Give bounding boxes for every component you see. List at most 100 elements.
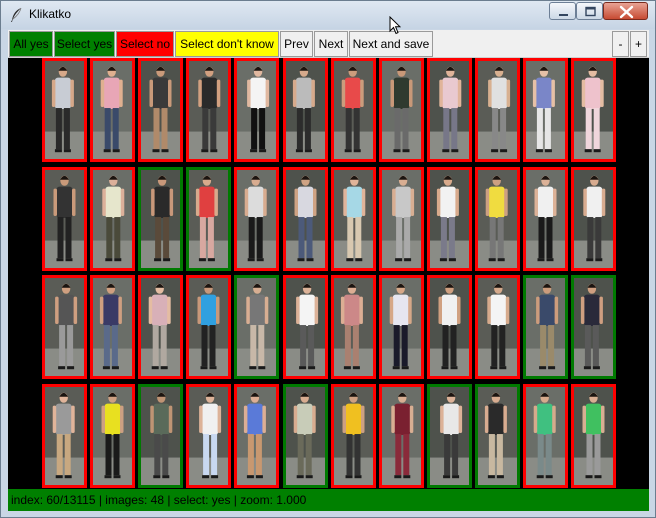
image-tile[interactable] (42, 384, 87, 488)
person-thumbnail (334, 61, 373, 159)
image-tile[interactable] (571, 58, 616, 162)
select-yes-button[interactable]: Select yes (54, 31, 115, 57)
client-area: All yes Select yes Select no Select don'… (8, 30, 649, 511)
image-tile[interactable] (283, 167, 328, 271)
close-button[interactable] (603, 2, 648, 20)
image-tile[interactable] (90, 384, 135, 488)
image-tile[interactable] (475, 58, 520, 162)
image-tile[interactable] (571, 167, 616, 271)
image-tile[interactable] (186, 275, 231, 379)
select-no-button[interactable]: Select no (116, 31, 174, 57)
image-tile[interactable] (523, 58, 568, 162)
image-tile[interactable] (379, 58, 424, 162)
person-thumbnail (430, 61, 469, 159)
person-thumbnail (237, 387, 276, 485)
image-tile[interactable] (475, 384, 520, 488)
image-tile[interactable] (427, 167, 472, 271)
prev-button[interactable]: Prev (280, 31, 313, 57)
image-tile[interactable] (42, 275, 87, 379)
app-window: Klikatko All yes Select yes Select no Se… (0, 0, 656, 518)
image-tile[interactable] (523, 275, 568, 379)
select-dont-know-button[interactable]: Select don't know (175, 31, 279, 57)
person-thumbnail (430, 170, 469, 268)
minimize-button[interactable] (549, 2, 576, 20)
image-tile[interactable] (186, 167, 231, 271)
image-tile[interactable] (475, 167, 520, 271)
person-thumbnail (574, 61, 613, 159)
image-tile[interactable] (571, 275, 616, 379)
person-thumbnail (237, 170, 276, 268)
image-tile[interactable] (379, 275, 424, 379)
person-thumbnail (430, 278, 469, 376)
maximize-icon (585, 6, 596, 17)
person-thumbnail (382, 387, 421, 485)
image-tile[interactable] (234, 384, 279, 488)
image-tile[interactable] (427, 58, 472, 162)
image-tile[interactable] (523, 384, 568, 488)
image-tile[interactable] (571, 384, 616, 488)
image-grid (8, 58, 649, 488)
status-bar: index: 60/13115 | images: 48 | select: y… (8, 489, 649, 511)
maximize-button[interactable] (576, 2, 603, 20)
image-tile[interactable] (90, 58, 135, 162)
image-tile[interactable] (331, 384, 376, 488)
person-thumbnail (93, 278, 132, 376)
image-tile[interactable] (138, 167, 183, 271)
person-thumbnail (334, 170, 373, 268)
image-tile[interactable] (234, 275, 279, 379)
image-tile[interactable] (283, 58, 328, 162)
person-thumbnail (382, 61, 421, 159)
person-thumbnail (286, 387, 325, 485)
image-tile[interactable] (90, 275, 135, 379)
image-tile[interactable] (331, 58, 376, 162)
person-thumbnail (382, 278, 421, 376)
person-thumbnail (141, 387, 180, 485)
image-tile[interactable] (234, 167, 279, 271)
zoom-out-button[interactable]: - (612, 31, 629, 57)
title-bar[interactable]: Klikatko (1, 1, 655, 29)
person-thumbnail (286, 61, 325, 159)
image-tile[interactable] (138, 58, 183, 162)
image-tile[interactable] (42, 58, 87, 162)
person-thumbnail (189, 387, 228, 485)
person-thumbnail (526, 278, 565, 376)
person-thumbnail (334, 278, 373, 376)
person-thumbnail (93, 61, 132, 159)
image-tile[interactable] (331, 275, 376, 379)
person-thumbnail (93, 170, 132, 268)
image-tile[interactable] (42, 167, 87, 271)
image-tile[interactable] (379, 384, 424, 488)
image-tile[interactable] (138, 275, 183, 379)
toolbar: All yes Select yes Select no Select don'… (8, 30, 649, 58)
person-thumbnail (286, 170, 325, 268)
person-thumbnail (430, 387, 469, 485)
next-button[interactable]: Next (314, 31, 348, 57)
image-tile[interactable] (427, 275, 472, 379)
image-tile[interactable] (475, 275, 520, 379)
all-yes-button[interactable]: All yes (9, 31, 53, 57)
person-thumbnail (189, 170, 228, 268)
image-tile[interactable] (379, 167, 424, 271)
image-tile[interactable] (283, 275, 328, 379)
image-tile[interactable] (283, 384, 328, 488)
person-thumbnail (382, 170, 421, 268)
zoom-in-button[interactable]: + (630, 31, 647, 57)
feather-icon (11, 7, 22, 22)
person-thumbnail (45, 61, 84, 159)
image-tile[interactable] (186, 58, 231, 162)
image-tile[interactable] (331, 167, 376, 271)
image-tile[interactable] (186, 384, 231, 488)
person-thumbnail (478, 387, 517, 485)
image-tile[interactable] (523, 167, 568, 271)
person-thumbnail (189, 61, 228, 159)
person-thumbnail (45, 170, 84, 268)
person-thumbnail (189, 278, 228, 376)
person-thumbnail (141, 61, 180, 159)
person-thumbnail (45, 387, 84, 485)
person-thumbnail (478, 61, 517, 159)
person-thumbnail (141, 170, 180, 268)
image-tile[interactable] (90, 167, 135, 271)
image-tile[interactable] (427, 384, 472, 488)
image-tile[interactable] (138, 384, 183, 488)
image-tile[interactable] (234, 58, 279, 162)
